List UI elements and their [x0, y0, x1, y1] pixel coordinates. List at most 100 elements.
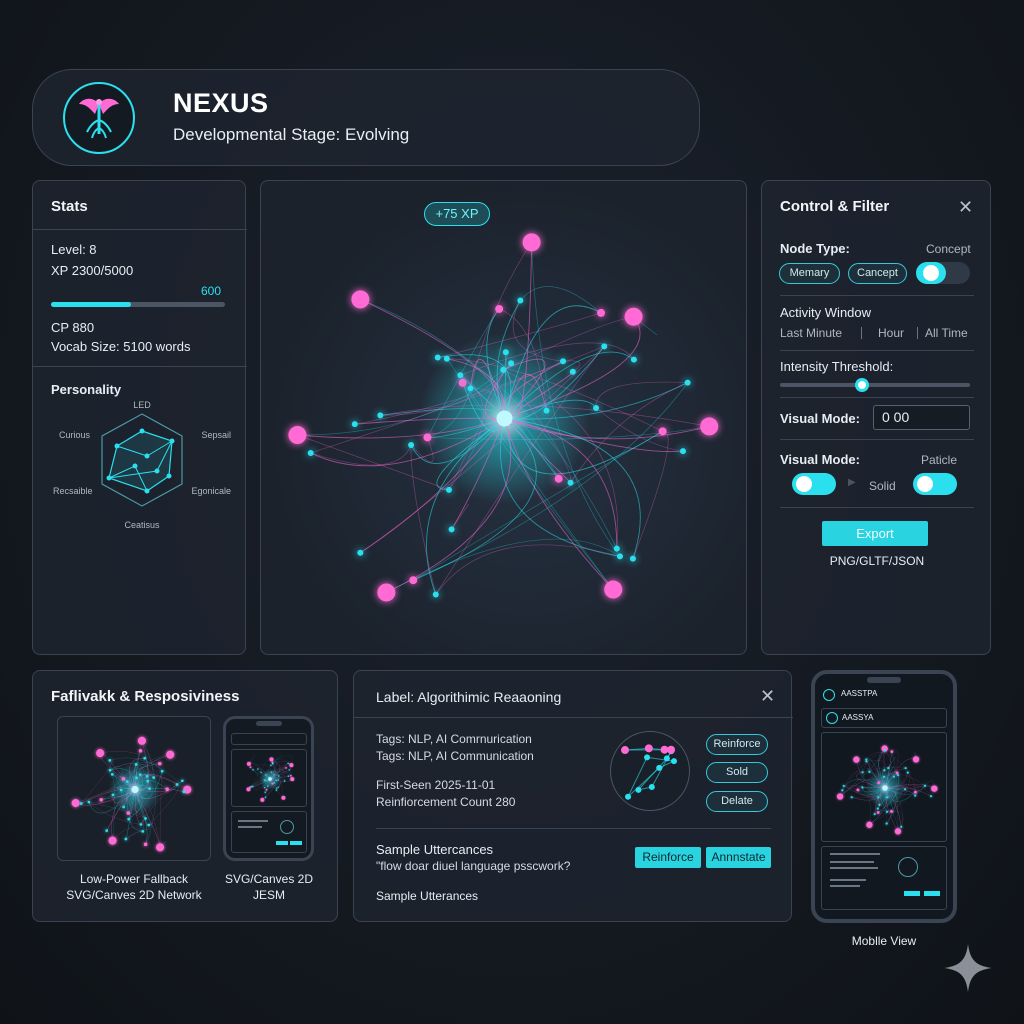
network-node[interactable] [409, 576, 418, 585]
network-hub-node[interactable] [700, 417, 719, 436]
network-hub-node[interactable] [522, 233, 541, 252]
network-node[interactable] [856, 788, 860, 792]
phone-thumbnail[interactable] [223, 716, 314, 861]
network-node[interactable] [601, 343, 608, 350]
network-node[interactable] [882, 775, 886, 778]
network-node[interactable] [288, 769, 290, 771]
network-node[interactable] [554, 474, 563, 483]
network-node[interactable] [152, 776, 156, 779]
network-node[interactable] [495, 304, 504, 313]
network-node[interactable] [517, 297, 524, 304]
network-hub-node[interactable] [351, 290, 370, 309]
particle-toggle[interactable] [913, 473, 957, 495]
network-node[interactable] [892, 775, 895, 778]
network-node[interactable] [260, 771, 262, 774]
network-hub-node[interactable] [260, 797, 265, 802]
slider-knob[interactable] [854, 378, 869, 392]
network-node[interactable] [110, 773, 114, 776]
mobile-preview[interactable]: AASSTPA AASSYA [811, 670, 957, 923]
network-hub-node[interactable] [604, 580, 623, 599]
network-node[interactable] [560, 358, 567, 365]
network-node[interactable] [160, 769, 164, 773]
network-node[interactable] [443, 355, 450, 362]
network-node[interactable] [175, 783, 179, 786]
network-node[interactable] [127, 817, 131, 821]
network-node[interactable] [264, 796, 267, 799]
network-hub-node[interactable] [108, 836, 117, 845]
network-node[interactable] [865, 760, 868, 763]
network-node[interactable] [270, 764, 272, 767]
network-hub-node[interactable] [931, 785, 938, 792]
network-node[interactable] [108, 768, 112, 772]
network-node[interactable] [841, 789, 844, 792]
network-node[interactable] [278, 775, 280, 777]
network-hub-node[interactable] [853, 756, 860, 763]
network-node[interactable] [287, 762, 289, 765]
network-node[interactable] [148, 787, 151, 790]
network-hub-node[interactable] [281, 795, 286, 800]
network-hub-node[interactable] [288, 426, 307, 445]
memory-pill[interactable]: Memary [779, 263, 840, 284]
network-node[interactable] [357, 549, 364, 556]
network-node[interactable] [144, 817, 147, 820]
network-node[interactable] [138, 773, 142, 777]
network-node[interactable] [285, 766, 287, 769]
network-node[interactable] [434, 354, 441, 361]
network-node[interactable] [630, 356, 637, 363]
network-node[interactable] [277, 786, 279, 788]
network-node[interactable] [876, 811, 880, 814]
network-node[interactable] [271, 762, 274, 764]
network-node[interactable] [543, 407, 550, 414]
close-icon[interactable]: ✕ [958, 198, 973, 216]
network-node[interactable] [122, 805, 125, 809]
network-node[interactable] [87, 800, 91, 804]
activity-hour[interactable]: Hour [878, 326, 904, 340]
network-node[interactable] [287, 775, 290, 777]
network-node[interactable] [616, 553, 623, 560]
network-hub-node[interactable] [71, 799, 80, 808]
network-hub-node[interactable] [269, 757, 274, 762]
network-node[interactable] [275, 779, 277, 781]
network-node[interactable] [111, 793, 115, 797]
network-node[interactable] [508, 360, 515, 367]
network-node[interactable] [108, 759, 112, 762]
network-node[interactable] [267, 785, 269, 787]
network-node[interactable] [377, 412, 384, 419]
network-node[interactable] [890, 810, 893, 813]
network-node[interactable] [679, 448, 686, 455]
network-node[interactable] [850, 796, 853, 799]
network-node[interactable] [139, 823, 143, 826]
network-node[interactable] [877, 781, 881, 785]
network-node[interactable] [502, 349, 509, 356]
network-node[interactable] [283, 780, 286, 782]
concept-pill[interactable]: Cancept [848, 263, 907, 284]
network-core-node[interactable] [131, 785, 139, 794]
network-node[interactable] [930, 795, 933, 798]
network-node[interactable] [264, 779, 267, 782]
network-node[interactable] [125, 780, 129, 783]
network-node[interactable] [271, 782, 274, 785]
network-node[interactable] [861, 771, 864, 774]
network-node[interactable] [257, 768, 259, 770]
network-node[interactable] [143, 842, 148, 847]
delete-action-button[interactable]: Delate [706, 791, 768, 812]
network-node[interactable] [876, 807, 879, 810]
network-node[interactable] [264, 791, 266, 793]
network-node[interactable] [265, 774, 267, 776]
network-node[interactable] [252, 769, 254, 771]
network-node[interactable] [900, 825, 903, 828]
network-node[interactable] [138, 748, 143, 753]
network-node[interactable] [448, 526, 455, 533]
network-node[interactable] [249, 766, 252, 769]
reinforce-button[interactable]: Reinforce [635, 847, 701, 868]
network-node[interactable] [445, 486, 452, 493]
network-node[interactable] [134, 763, 138, 766]
network-node[interactable] [868, 770, 871, 774]
network-node[interactable] [157, 761, 162, 766]
network-node[interactable] [885, 796, 889, 799]
network-node[interactable] [180, 779, 184, 783]
network-node[interactable] [904, 788, 907, 791]
export-button[interactable]: Export [822, 521, 928, 546]
network-node[interactable] [307, 449, 314, 456]
network-node[interactable] [423, 433, 432, 442]
